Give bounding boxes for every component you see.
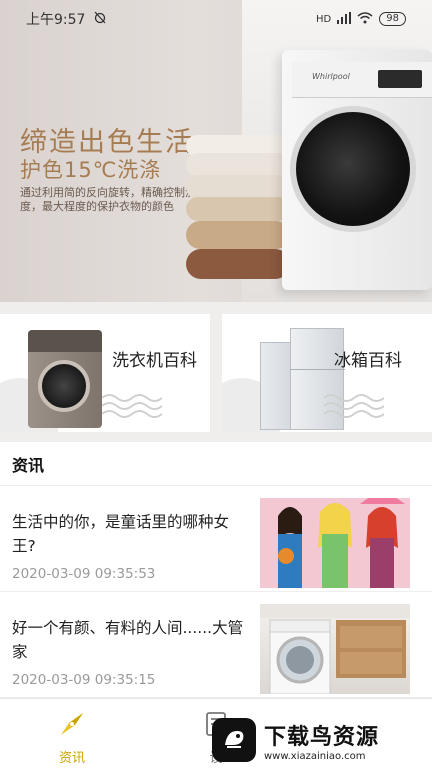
- news-title: 生活中的你，是童话里的哪种女王?: [12, 513, 230, 555]
- hd-label: HD: [316, 13, 332, 25]
- bird-logo-icon: [212, 718, 256, 762]
- status-bar: 上午9:57 HD 98: [0, 0, 432, 38]
- news-section: 资讯 生活中的你，是童话里的哪种女王? 2020-03-09 09:35:53 …: [0, 442, 432, 698]
- brand-logo: Whirlpool: [312, 72, 350, 81]
- category-label-fridge: 冰箱百科: [334, 351, 402, 371]
- promo-banner[interactable]: 缔造出色生活 护色15℃洗涤 通过利用简的反向旋转，精确控制洗涤角度与力度，最大…: [0, 0, 432, 302]
- section-title: 资讯: [12, 456, 45, 475]
- news-header: 资讯: [0, 442, 432, 486]
- compass-icon: [57, 709, 87, 743]
- cellular-signal-icon: [337, 11, 352, 27]
- news-item[interactable]: 好一个有颜、有料的人间......大管家 2020-03-09 09:35:15: [0, 592, 432, 698]
- towel-stack-image: [186, 135, 290, 280]
- washing-machine-icon: [28, 330, 102, 428]
- category-label-washer: 洗衣机百科: [112, 351, 197, 371]
- news-date: 2020-03-09 09:35:53: [12, 566, 156, 582]
- tab-label-news: 资讯: [58, 751, 85, 766]
- news-item[interactable]: 生活中的你，是童话里的哪种女王? 2020-03-09 09:35:53: [0, 486, 432, 592]
- banner-subtitle: 护色15℃洗涤: [20, 158, 162, 182]
- watermark-url: www.xiazainiao.com: [264, 750, 366, 762]
- news-thumbnail-washer: [260, 604, 410, 694]
- wifi-icon: [357, 11, 373, 27]
- battery-indicator: 98: [379, 12, 406, 26]
- alarm-off-icon: [93, 10, 107, 28]
- category-cards: 洗衣机百科 冰箱百科: [0, 314, 432, 432]
- category-card-fridge[interactable]: 冰箱百科: [222, 314, 432, 432]
- tab-news[interactable]: 资讯: [0, 699, 144, 768]
- site-watermark: 下载鸟资源 www.xiazainiao.com: [212, 712, 432, 768]
- status-time: 上午9:57: [26, 12, 86, 28]
- watermark-title: 下载鸟资源: [264, 724, 380, 750]
- wave-decoration-icon: [324, 394, 384, 418]
- wave-decoration-icon: [102, 394, 162, 418]
- news-thumbnail-illustration: [260, 498, 410, 588]
- category-card-washer[interactable]: 洗衣机百科: [0, 314, 210, 432]
- news-date: 2020-03-09 09:35:15: [12, 672, 156, 688]
- news-title: 好一个有颜、有料的人间......大管家: [12, 619, 244, 661]
- washing-machine-image: Whirlpool: [282, 50, 432, 290]
